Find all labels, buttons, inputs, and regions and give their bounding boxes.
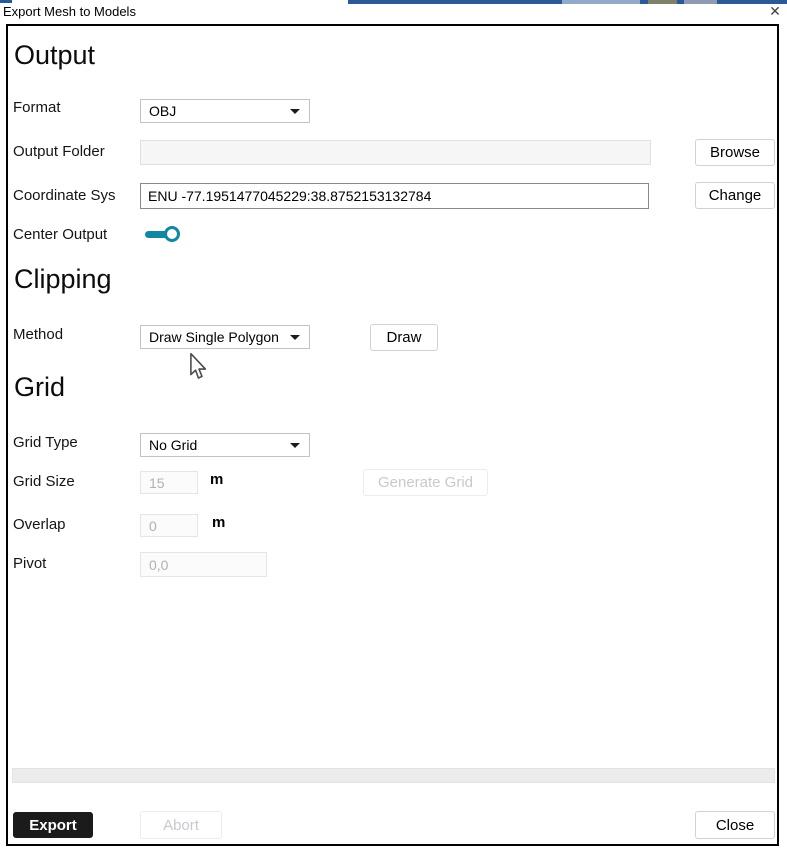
pivot-label: Pivot [13,555,47,572]
format-dropdown[interactable]: OBJ [140,99,310,123]
export-mesh-dialog: Output Format OBJ Output Folder Browse C… [6,24,779,846]
coordinate-sys-label: Coordinate Sys [13,187,116,204]
chevron-down-icon [290,108,300,114]
progress-bar [12,768,775,783]
chevron-down-icon [290,334,300,340]
pivot-input [140,552,267,577]
overlap-label: Overlap [13,516,66,533]
overlap-unit: m [212,514,226,531]
format-dropdown-value: OBJ [149,103,177,119]
background-app-edge [0,0,12,3]
method-dropdown[interactable]: Draw Single Polygon [140,325,310,349]
clipping-section-heading: Clipping [14,264,112,294]
close-button[interactable]: Close [695,811,775,839]
close-icon[interactable]: ✕ [766,2,784,20]
toggle-knob [164,226,180,242]
draw-button[interactable]: Draw [370,324,438,351]
coordinate-sys-input[interactable] [140,183,649,209]
grid-type-dropdown-value: No Grid [149,437,198,453]
format-label: Format [13,99,61,116]
grid-size-input [140,471,198,494]
output-folder-input[interactable] [140,140,651,165]
abort-button: Abort [140,811,222,839]
method-dropdown-value: Draw Single Polygon [149,329,279,345]
center-output-toggle[interactable] [145,226,180,243]
grid-type-dropdown[interactable]: No Grid [140,433,310,457]
background-app-edge [648,0,677,4]
grid-type-label: Grid Type [13,434,78,451]
overlap-input [140,514,198,537]
output-folder-label: Output Folder [13,143,105,160]
grid-size-unit: m [210,471,224,488]
output-section-heading: Output [14,40,96,70]
mouse-cursor-icon [190,353,207,379]
background-app-edge [684,0,717,4]
export-button[interactable]: Export [13,812,93,838]
chevron-down-icon [290,442,300,448]
browse-button[interactable]: Browse [695,139,775,166]
center-output-label: Center Output [13,226,108,243]
background-app-edge [562,0,640,4]
grid-section-heading: Grid [14,372,66,402]
method-label: Method [13,326,64,343]
grid-size-label: Grid Size [13,473,75,490]
change-button[interactable]: Change [695,182,775,209]
generate-grid-button: Generate Grid [363,469,488,496]
window-title: Export Mesh to Models [3,4,136,19]
